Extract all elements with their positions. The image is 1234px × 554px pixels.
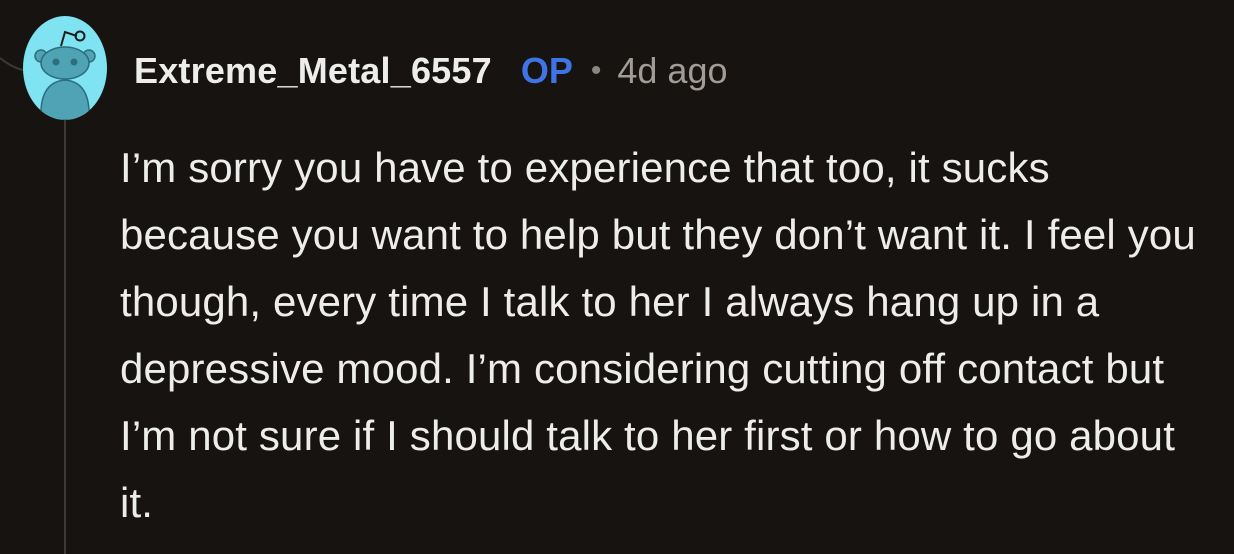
comment-body: I’m sorry you have to experience that to…: [120, 144, 1196, 526]
author-username[interactable]: Extreme_Metal_6557: [134, 50, 492, 92]
op-badge: OP: [520, 50, 573, 91]
comment-timestamp[interactable]: 4d ago: [617, 50, 727, 92]
comment-header: Extreme_Metal_6557 OP • 4d ago: [134, 48, 727, 94]
avatar[interactable]: [23, 16, 107, 120]
comment: Extreme_Metal_6557 OP • 4d ago I’m sorry…: [0, 0, 1234, 554]
separator-dot: •: [590, 54, 602, 87]
snoo-avatar-icon: [23, 16, 107, 120]
thread-line[interactable]: [64, 120, 66, 554]
